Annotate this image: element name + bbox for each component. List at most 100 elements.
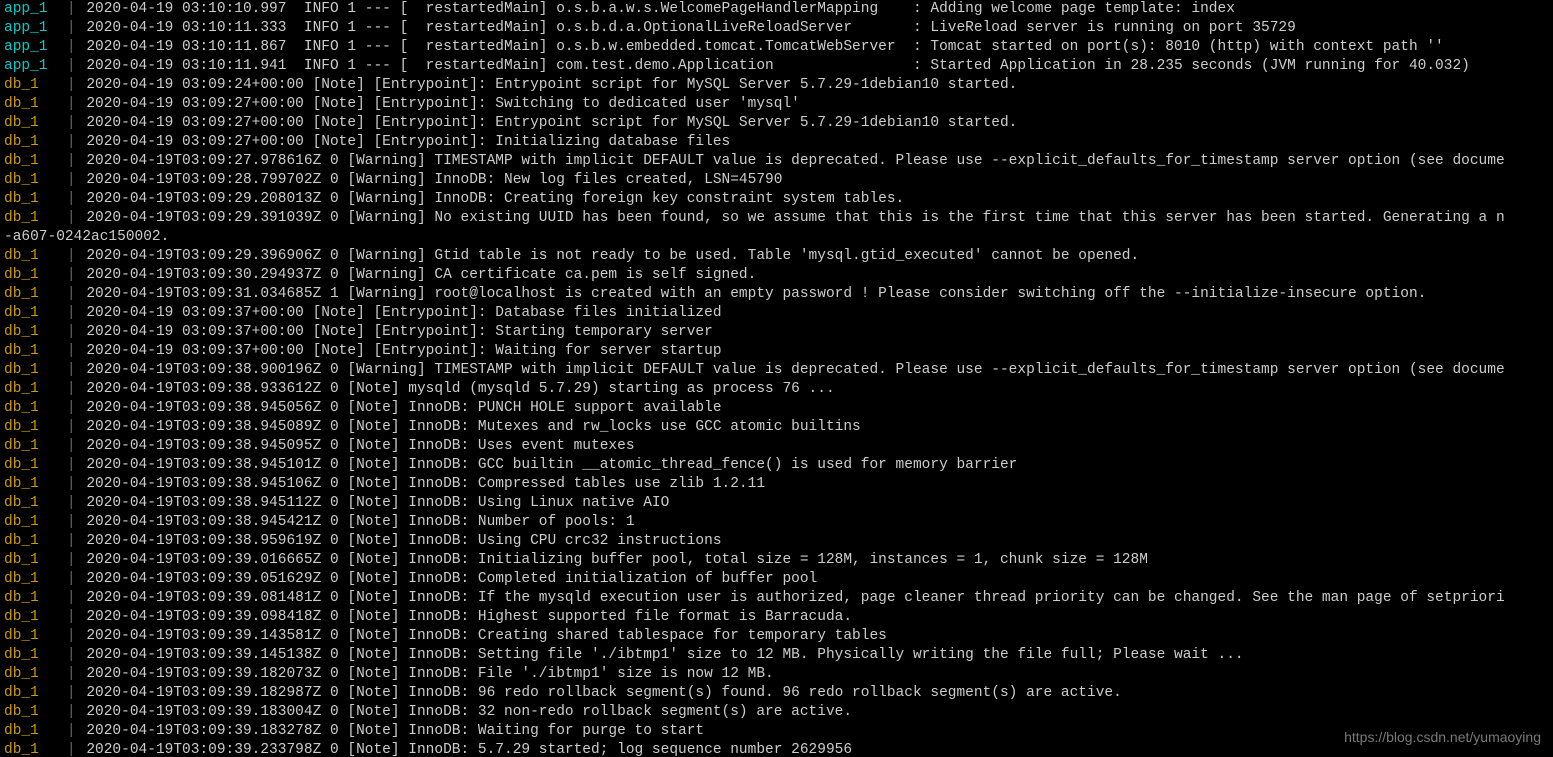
log-prefix: db_1: [4, 248, 56, 264]
log-line: db_1 | 2020-04-19 03:09:27+00:00 [Note] …: [4, 133, 1549, 152]
log-prefix: db_1: [4, 590, 56, 606]
log-line: db_1 | 2020-04-19T03:09:39.183278Z 0 [No…: [4, 722, 1549, 741]
log-separator: |: [56, 58, 86, 74]
log-separator: |: [56, 191, 86, 207]
log-text: 2020-04-19 03:09:27+00:00 [Note] [Entryp…: [86, 115, 1017, 131]
log-text: 2020-04-19 03:10:11.867 INFO 1 --- [ res…: [86, 39, 1443, 55]
log-separator: |: [56, 438, 86, 454]
log-prefix: db_1: [4, 305, 56, 321]
log-line: app_1 | 2020-04-19 03:10:11.867 INFO 1 -…: [4, 38, 1549, 57]
log-prefix: db_1: [4, 115, 56, 131]
log-text: 2020-04-19T03:09:29.391039Z 0 [Warning] …: [86, 210, 1504, 226]
log-text: 2020-04-19 03:09:37+00:00 [Note] [Entryp…: [86, 305, 721, 321]
log-prefix: app_1: [4, 1, 56, 17]
log-line: db_1 | 2020-04-19T03:09:38.959619Z 0 [No…: [4, 532, 1549, 551]
log-line: app_1 | 2020-04-19 03:10:11.333 INFO 1 -…: [4, 19, 1549, 38]
log-prefix: db_1: [4, 286, 56, 302]
log-prefix: db_1: [4, 685, 56, 701]
log-line: db_1 | 2020-04-19 03:09:37+00:00 [Note] …: [4, 323, 1549, 342]
log-line: app_1 | 2020-04-19 03:10:11.941 INFO 1 -…: [4, 57, 1549, 76]
log-text: 2020-04-19T03:09:39.098418Z 0 [Note] Inn…: [86, 609, 852, 625]
log-separator: |: [56, 324, 86, 340]
log-text: 2020-04-19T03:09:39.183004Z 0 [Note] Inn…: [86, 704, 852, 720]
log-prefix: db_1: [4, 666, 56, 682]
log-line: db_1 | 2020-04-19T03:09:38.945101Z 0 [No…: [4, 456, 1549, 475]
log-text: 2020-04-19T03:09:38.900196Z 0 [Warning] …: [86, 362, 1504, 378]
log-separator: |: [56, 704, 86, 720]
log-text: 2020-04-19T03:09:38.945112Z 0 [Note] Inn…: [86, 495, 669, 511]
log-line: db_1 | 2020-04-19T03:09:39.016665Z 0 [No…: [4, 551, 1549, 570]
log-prefix: db_1: [4, 343, 56, 359]
log-separator: |: [56, 362, 86, 378]
log-separator: |: [56, 514, 86, 530]
log-text: 2020-04-19 03:09:27+00:00 [Note] [Entryp…: [86, 134, 730, 150]
log-separator: |: [56, 571, 86, 587]
log-line: db_1 | 2020-04-19T03:09:31.034685Z 1 [Wa…: [4, 285, 1549, 304]
log-text: 2020-04-19T03:09:30.294937Z 0 [Warning] …: [86, 267, 756, 283]
log-separator: |: [56, 39, 86, 55]
log-separator: |: [56, 495, 86, 511]
log-prefix: db_1: [4, 628, 56, 644]
log-prefix: db_1: [4, 419, 56, 435]
log-line: db_1 | 2020-04-19T03:09:38.945106Z 0 [No…: [4, 475, 1549, 494]
log-line: -a607-0242ac150002.: [4, 228, 1549, 247]
log-text: 2020-04-19T03:09:38.945101Z 0 [Note] Inn…: [86, 457, 1017, 473]
log-prefix: app_1: [4, 58, 56, 74]
log-separator: |: [56, 419, 86, 435]
log-prefix: db_1: [4, 609, 56, 625]
log-text: -a607-0242ac150002.: [4, 229, 169, 245]
log-prefix: db_1: [4, 723, 56, 739]
log-separator: |: [56, 552, 86, 568]
log-prefix: db_1: [4, 400, 56, 416]
log-separator: |: [56, 685, 86, 701]
log-line: db_1 | 2020-04-19T03:09:38.900196Z 0 [Wa…: [4, 361, 1549, 380]
log-text: 2020-04-19T03:09:38.933612Z 0 [Note] mys…: [86, 381, 834, 397]
log-prefix: app_1: [4, 20, 56, 36]
log-line: db_1 | 2020-04-19T03:09:39.183004Z 0 [No…: [4, 703, 1549, 722]
log-text: 2020-04-19T03:09:39.183278Z 0 [Note] Inn…: [86, 723, 704, 739]
log-text: 2020-04-19 03:10:11.333 INFO 1 --- [ res…: [86, 20, 1296, 36]
log-separator: |: [56, 343, 86, 359]
log-line: db_1 | 2020-04-19T03:09:38.945095Z 0 [No…: [4, 437, 1549, 456]
log-text: 2020-04-19 03:10:10.997 INFO 1 --- [ res…: [86, 1, 1235, 17]
log-line: db_1 | 2020-04-19T03:09:39.143581Z 0 [No…: [4, 627, 1549, 646]
log-separator: |: [56, 305, 86, 321]
log-line: db_1 | 2020-04-19T03:09:39.098418Z 0 [No…: [4, 608, 1549, 627]
log-prefix: db_1: [4, 77, 56, 93]
log-line: db_1 | 2020-04-19T03:09:39.182073Z 0 [No…: [4, 665, 1549, 684]
log-prefix: db_1: [4, 210, 56, 226]
terminal-output[interactable]: app_1 | 2020-04-19 03:10:10.997 INFO 1 -…: [0, 0, 1553, 757]
log-prefix: db_1: [4, 362, 56, 378]
log-prefix: db_1: [4, 647, 56, 663]
log-text: 2020-04-19T03:09:31.034685Z 1 [Warning] …: [86, 286, 1426, 302]
log-line: db_1 | 2020-04-19T03:09:39.081481Z 0 [No…: [4, 589, 1549, 608]
log-text: 2020-04-19T03:09:38.945056Z 0 [Note] Inn…: [86, 400, 721, 416]
log-text: 2020-04-19T03:09:39.143581Z 0 [Note] Inn…: [86, 628, 887, 644]
log-prefix: db_1: [4, 267, 56, 283]
log-line: db_1 | 2020-04-19T03:09:29.391039Z 0 [Wa…: [4, 209, 1549, 228]
log-prefix: db_1: [4, 381, 56, 397]
log-text: 2020-04-19T03:09:38.945421Z 0 [Note] Inn…: [86, 514, 634, 530]
log-line: db_1 | 2020-04-19T03:09:38.945421Z 0 [No…: [4, 513, 1549, 532]
log-separator: |: [56, 286, 86, 302]
log-prefix: db_1: [4, 134, 56, 150]
log-line: app_1 | 2020-04-19 03:10:10.997 INFO 1 -…: [4, 0, 1549, 19]
log-line: db_1 | 2020-04-19T03:09:38.933612Z 0 [No…: [4, 380, 1549, 399]
log-separator: |: [56, 381, 86, 397]
log-text: 2020-04-19T03:09:28.799702Z 0 [Warning] …: [86, 172, 782, 188]
log-prefix: db_1: [4, 704, 56, 720]
log-prefix: db_1: [4, 324, 56, 340]
log-separator: |: [56, 723, 86, 739]
log-separator: |: [56, 1, 86, 17]
log-separator: |: [56, 20, 86, 36]
log-line: db_1 | 2020-04-19T03:09:39.145138Z 0 [No…: [4, 646, 1549, 665]
log-text: 2020-04-19T03:09:39.081481Z 0 [Note] Inn…: [86, 590, 1504, 606]
log-separator: |: [56, 647, 86, 663]
log-text: 2020-04-19T03:09:38.945095Z 0 [Note] Inn…: [86, 438, 634, 454]
log-line: db_1 | 2020-04-19 03:09:27+00:00 [Note] …: [4, 114, 1549, 133]
log-prefix: db_1: [4, 552, 56, 568]
log-text: 2020-04-19T03:09:38.945106Z 0 [Note] Inn…: [86, 476, 765, 492]
log-prefix: db_1: [4, 476, 56, 492]
log-separator: |: [56, 96, 86, 112]
log-line: db_1 | 2020-04-19T03:09:39.182987Z 0 [No…: [4, 684, 1549, 703]
